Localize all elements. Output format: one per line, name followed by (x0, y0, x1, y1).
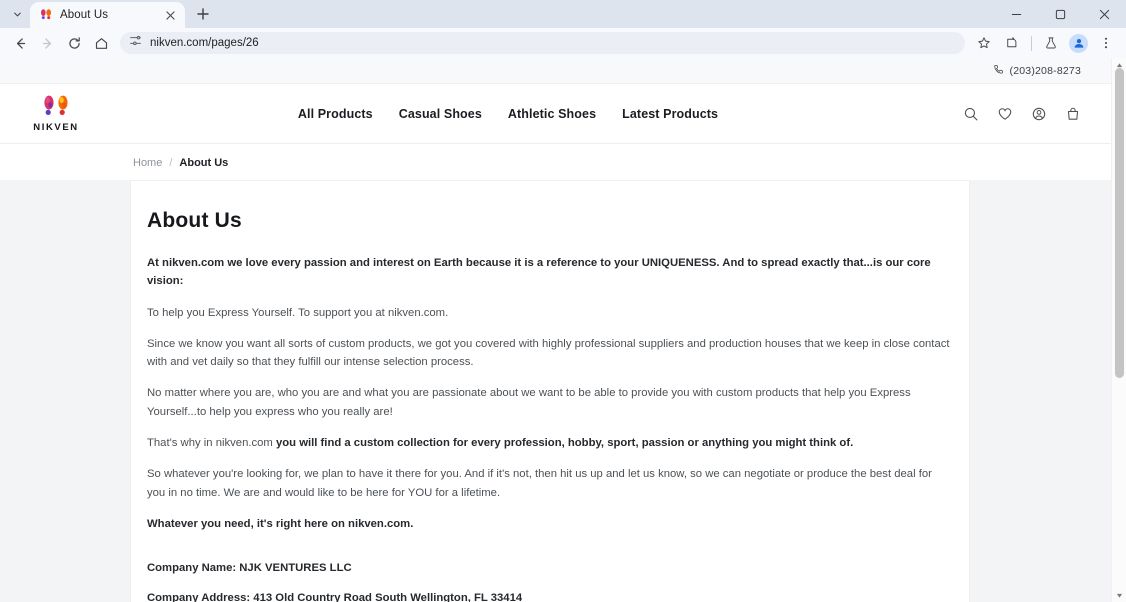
phone-handset-icon (993, 64, 1004, 78)
close-icon[interactable] (163, 8, 178, 23)
page-scrollbar[interactable] (1111, 58, 1126, 602)
address-bar[interactable]: nikven.com/pages/26 (120, 32, 965, 54)
breadcrumb: Home / About Us (133, 157, 1111, 169)
phone-number: (203)208-8273 (1009, 64, 1081, 77)
labs-flask-icon[interactable] (1038, 30, 1064, 56)
paragraph-collection-normal: That's why in nikven.com (147, 437, 276, 450)
nav-link-athletic-shoes[interactable]: Athletic Shoes (508, 107, 596, 121)
content-card: About Us At nikven.com we love every pas… (130, 180, 970, 602)
browser-tab[interactable]: About Us (30, 2, 185, 28)
heart-icon[interactable] (996, 105, 1013, 122)
extensions-icon[interactable] (999, 30, 1025, 56)
home-icon[interactable] (88, 30, 114, 56)
forward-icon[interactable] (34, 30, 60, 56)
bookmark-star-icon[interactable] (971, 30, 997, 56)
breadcrumb-current: About Us (179, 157, 229, 169)
site-logo[interactable]: NIKVEN (28, 94, 84, 133)
announcement-bar: (203)208-8273 (0, 58, 1111, 84)
back-icon[interactable] (7, 30, 33, 56)
scrollbar-thumb[interactable] (1115, 68, 1124, 378)
nav-link-latest-products[interactable]: Latest Products (622, 107, 718, 121)
maximize-button[interactable] (1038, 0, 1082, 28)
company-address: Company Address: 413 Old Country Road So… (147, 591, 523, 602)
profile-avatar[interactable] (1069, 33, 1088, 53)
paragraph-help: To help you Express Yourself. To support… (147, 306, 449, 319)
breadcrumb-separator: / (169, 157, 173, 169)
footprints-icon (41, 94, 71, 121)
browser-window: About Us nikven.com/pages/26 (203)208-82… (0, 0, 1126, 602)
toolbar-divider (1031, 35, 1032, 51)
reload-icon[interactable] (61, 30, 87, 56)
tab-strip: About Us (0, 0, 1126, 28)
minimize-button[interactable] (994, 0, 1038, 28)
tab-title: About Us (60, 9, 109, 21)
phone-link[interactable]: (203)208-8273 (993, 64, 1082, 78)
toolbar-right-actions (971, 30, 1119, 56)
paragraph-collection-bold: you will find a custom collection for ev… (275, 437, 854, 450)
company-name: Company Name: NJK VENTURES LLC (147, 562, 352, 575)
scroll-down-icon[interactable] (1112, 588, 1126, 602)
paragraph-collection: That's why in nikven.com you will find a… (147, 434, 952, 452)
site-settings-icon[interactable] (129, 34, 142, 52)
account-icon[interactable] (1030, 105, 1047, 122)
logo-wordmark: NIKVEN (33, 122, 79, 133)
browser-viewport: (203)208-8273 NIKVEN All Products Casual… (0, 58, 1126, 602)
close-window-button[interactable] (1082, 0, 1126, 28)
contact-details: Company Name: NJK VENTURES LLC Company A… (147, 559, 952, 602)
site-header: NIKVEN All Products Casual Shoes Athleti… (0, 84, 1111, 144)
header-actions (962, 105, 1081, 122)
bag-icon[interactable] (1064, 105, 1081, 122)
main-navigation: All Products Casual Shoes Athletic Shoes… (84, 107, 962, 121)
new-tab-button[interactable] (190, 1, 216, 27)
paragraph-deal: So whatever you're looking for, we plan … (147, 468, 932, 499)
web-page: (203)208-8273 NIKVEN All Products Casual… (0, 58, 1111, 602)
browser-toolbar: nikven.com/pages/26 (0, 28, 1126, 58)
nav-link-all-products[interactable]: All Products (298, 107, 373, 121)
page-title: About Us (147, 209, 242, 232)
tab-search-chevron-icon[interactable] (4, 1, 30, 27)
paragraph-closing: Whatever you need, it's right here on ni… (147, 517, 414, 530)
browser-menu-icon[interactable] (1093, 30, 1119, 56)
paragraph-no-matter: No matter where you are, who you are and… (147, 387, 911, 418)
nikven-footprint-icon (39, 8, 53, 22)
page-background: About Us At nikven.com we love every pas… (0, 180, 1111, 602)
paragraph-suppliers: Since we know you want all sorts of cust… (147, 337, 950, 369)
breadcrumb-home[interactable]: Home (133, 157, 162, 169)
search-icon[interactable] (962, 105, 979, 122)
breadcrumb-section: Home / About Us (0, 144, 1111, 180)
window-controls (994, 0, 1126, 28)
nav-link-casual-shoes[interactable]: Casual Shoes (399, 107, 482, 121)
url-text: nikven.com/pages/26 (150, 37, 259, 49)
paragraph-intro: At nikven.com we love every passion and … (147, 257, 931, 288)
